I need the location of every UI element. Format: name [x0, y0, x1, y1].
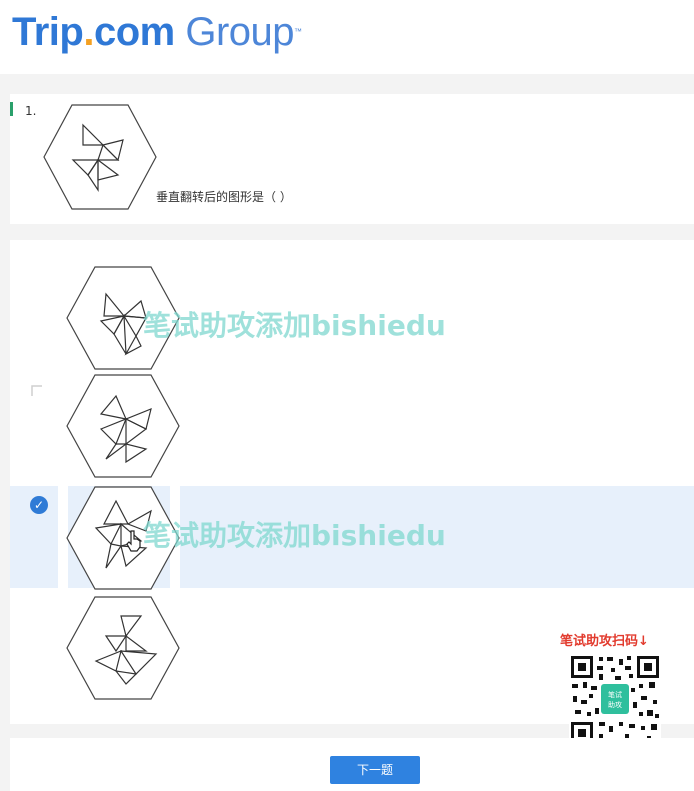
svg-text:助攻: 助攻 [608, 700, 622, 709]
qr-code-icon: 笔试 助攻 [569, 654, 661, 746]
svg-text:笔试: 笔试 [608, 690, 622, 699]
header: Trip.com Group™ [0, 0, 694, 74]
question-text: 垂直翻转后的图形是（ ） [156, 190, 292, 204]
option-c[interactable]: ✓ [10, 486, 694, 590]
footer-bar: 下一题 [10, 738, 694, 791]
option-b[interactable] [10, 374, 694, 478]
option-c-checkmark-icon[interactable]: ✓ [30, 496, 48, 514]
promo-text: 笔试助攻扫码↓ [560, 634, 649, 649]
hand-cursor-icon [126, 530, 141, 552]
option-a-figure [66, 266, 180, 370]
option-d-figure [66, 596, 180, 700]
question-marker [10, 102, 13, 116]
question-number: 1. [25, 104, 37, 118]
option-b-radio[interactable] [30, 384, 44, 398]
option-a[interactable] [10, 266, 694, 370]
trip-com-group-logo: Trip.com Group™ [12, 10, 302, 54]
option-c-figure [66, 486, 180, 590]
next-question-button[interactable]: 下一题 [330, 756, 420, 784]
option-b-figure [66, 374, 180, 478]
question-figure [43, 104, 157, 210]
promo-qr-block: 笔试助攻扫码↓ 笔试 助攻 [560, 630, 690, 750]
question-card: 1. 垂直翻转后的图形是（ ） [10, 94, 694, 224]
